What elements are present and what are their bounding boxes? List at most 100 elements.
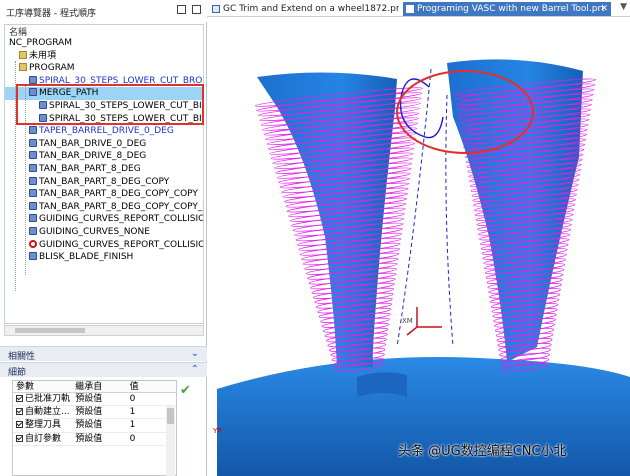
document-tabs: GC Trim and Extend on a wheel1872.prt Pr… — [207, 0, 630, 17]
tree-item[interactable]: TAN_BAR_DRIVE_8_DEG — [5, 150, 203, 163]
folder-icon — [19, 63, 27, 72]
tree-item[interactable]: GUIDING_CURVES_REPORT_COLLISION — [5, 239, 203, 252]
inherited-from-cell: 預設值 — [75, 407, 103, 418]
operation-icon — [29, 252, 37, 261]
section-dependencies[interactable]: 相關性 ⌄ — [0, 346, 207, 362]
chevron-down-icon[interactable]: ⌄ — [191, 348, 199, 359]
tree-item-label: TAN_BAR_PART_8_DEG_COPY — [39, 176, 170, 187]
tree-item[interactable]: BLISK_BLADE_FINISH — [5, 251, 203, 264]
tree-item-label: TAPER_BARREL_DRIVE_0_DEG — [39, 126, 174, 137]
tree-item-label: PROGRAM — [29, 63, 75, 74]
watermark: 头条 @UG数控编程CNC小北 — [398, 441, 567, 463]
tree-item-label: TAN_BAR_DRIVE_0_DEG — [39, 138, 147, 149]
operation-icon — [29, 151, 37, 160]
scrollbar-thumb[interactable] — [167, 408, 174, 424]
tree-item-label: TAN_BAR_PART_8_DEG_COPY_COPY_CO — [39, 201, 203, 212]
checkbox[interactable] — [16, 408, 23, 416]
parameters-vertical-scrollbar[interactable] — [166, 405, 175, 476]
operation-icon — [29, 214, 37, 223]
operation-icon — [29, 75, 37, 84]
axis-label-xm: XM — [402, 317, 413, 325]
section-dependencies-label: 相關性 — [8, 352, 36, 362]
operation-navigator: 工序導覽器 - 程式順序 名稱 NC_PROGRAM 未用項 PROGRAM SPIR… — [0, 0, 207, 476]
param-name: 自訂參數 — [25, 433, 62, 444]
checkbox[interactable] — [16, 395, 23, 402]
tree-item[interactable]: TAPER_BARREL_DRIVE_0_DEG — [5, 125, 203, 138]
tree-item[interactable]: TAN_BAR_PART_8_DEG — [5, 163, 203, 176]
tree-column-header[interactable]: 名稱 — [5, 25, 203, 38]
chevron-up-icon[interactable]: ⌃ — [191, 364, 199, 375]
graphics-viewport[interactable]: XM YP — [207, 17, 630, 476]
tree-item-label: GUIDING_CURVES_REPORT_COLLISION — [39, 239, 203, 250]
table-row[interactable]: 自訂參數 預設值 0 — [13, 433, 176, 446]
param-name-cell[interactable]: 已批准刀軌 — [13, 393, 72, 405]
tab-gc-trim[interactable]: GC Trim and Extend on a wheel1872.prt — [209, 2, 399, 16]
merge-path-highlight-box — [16, 84, 204, 125]
operation-icon — [29, 189, 37, 198]
tab-label: Programing VASC with new Barrel Tool.prt — [417, 4, 605, 14]
param-name-cell[interactable]: 自訂參數 — [13, 433, 72, 445]
tree-item[interactable]: TAN_BAR_PART_8_DEG_COPY_COPY — [5, 188, 203, 201]
operation-icon — [29, 138, 37, 147]
table-row[interactable]: 自動建立... 預設值 1 — [13, 406, 176, 420]
checkbox[interactable] — [16, 434, 23, 442]
checkbox[interactable] — [16, 421, 23, 429]
tab-overflow-icon[interactable]: ▼ — [620, 2, 627, 12]
folder-icon — [19, 50, 27, 59]
header-inherited-from[interactable]: 繼承自 — [72, 381, 126, 393]
inherited-from-cell: 預設值 — [75, 420, 103, 431]
operation-icon — [29, 176, 37, 185]
param-name-cell[interactable]: 整理刀具 — [13, 419, 72, 431]
param-name-cell[interactable]: 自動建立... — [13, 406, 72, 418]
part-file-icon — [212, 5, 220, 13]
tree-item-label: GUIDING_CURVES_NONE — [39, 226, 150, 237]
restore-icon[interactable] — [177, 5, 186, 14]
tree-item-label: TAN_BAR_PART_8_DEG — [39, 163, 141, 174]
tree-item-label: TAN_BAR_PART_8_DEG_COPY_COPY — [39, 189, 198, 200]
checkmark-icon[interactable]: ✔ — [180, 383, 195, 398]
section-details[interactable]: 細節 ⌃ — [0, 362, 207, 378]
navigator-title: 工序導覽器 - 程式順序 — [6, 9, 96, 19]
part-file-icon — [406, 5, 414, 13]
guide-curve-left — [445, 94, 454, 348]
header-value[interactable]: 值 — [127, 381, 176, 393]
operation-icon — [29, 226, 37, 235]
inherited-from-cell: 預設值 — [75, 394, 103, 404]
scrollbar-thumb[interactable] — [15, 328, 85, 333]
watermark-text: 头条 @UG数控编程CNC小北 — [398, 444, 567, 459]
tree-item-label: GUIDING_CURVES_REPORT_COLLISION — [39, 214, 203, 225]
tree-item[interactable]: GUIDING_CURVES_REPORT_COLLISION — [5, 213, 203, 226]
tree-item-label: NC_PROGRAM — [9, 38, 73, 48]
parameters-table-header: 參數 繼承自 值 — [13, 381, 176, 393]
header-param[interactable]: 參數 — [13, 381, 72, 393]
tree-horizontal-scrollbar[interactable] — [4, 325, 204, 336]
tree-item[interactable]: NC_PROGRAM — [5, 37, 203, 50]
navigator-title-bar: 工序導覽器 - 程式順序 — [0, 0, 207, 22]
tree-item[interactable]: PROGRAM — [5, 62, 203, 75]
param-name: 自動建立... — [25, 407, 70, 418]
tree-item[interactable]: 未用項 — [5, 50, 203, 63]
tree-item-label: 未用項 — [29, 50, 57, 61]
table-row[interactable]: 整理刀具 預設值 1 — [13, 419, 176, 433]
maximize-icon[interactable] — [192, 5, 201, 14]
operation-icon — [29, 201, 37, 210]
blisk-model-view[interactable] — [207, 17, 630, 476]
value-cell[interactable]: 0 — [127, 393, 176, 405]
tree-item-label: BLISK_BLADE_FINISH — [39, 252, 134, 263]
tree-item[interactable]: TAN_BAR_PART_8_DEG_COPY — [5, 176, 203, 189]
inherited-from-cell: 預設值 — [75, 433, 103, 444]
tree-item[interactable]: GUIDING_CURVES_NONE — [5, 226, 203, 239]
tree-item-label: TAN_BAR_DRIVE_8_DEG — [39, 151, 147, 162]
tab-label: GC Trim and Extend on a wheel1872.prt — [223, 4, 399, 14]
param-name: 已批准刀軌 — [25, 394, 71, 404]
prohibited-icon — [29, 239, 37, 248]
operation-icon — [29, 126, 37, 135]
tree-item[interactable]: TAN_BAR_DRIVE_0_DEG — [5, 138, 203, 151]
section-details-label: 細節 — [8, 368, 27, 378]
axis-label-yp: YP — [213, 427, 222, 435]
close-icon[interactable]: ✕ — [600, 2, 608, 16]
table-row[interactable]: 已批准刀軌 預設值 0 — [13, 393, 176, 407]
tree-item[interactable]: TAN_BAR_PART_8_DEG_COPY_COPY_CO — [5, 201, 203, 214]
tab-programing-vasc[interactable]: Programing VASC with new Barrel Tool.prt… — [403, 2, 611, 16]
operation-tree: 名稱 NC_PROGRAM 未用項 PROGRAM SPIRAL_30_STEPS_L… — [4, 24, 204, 324]
